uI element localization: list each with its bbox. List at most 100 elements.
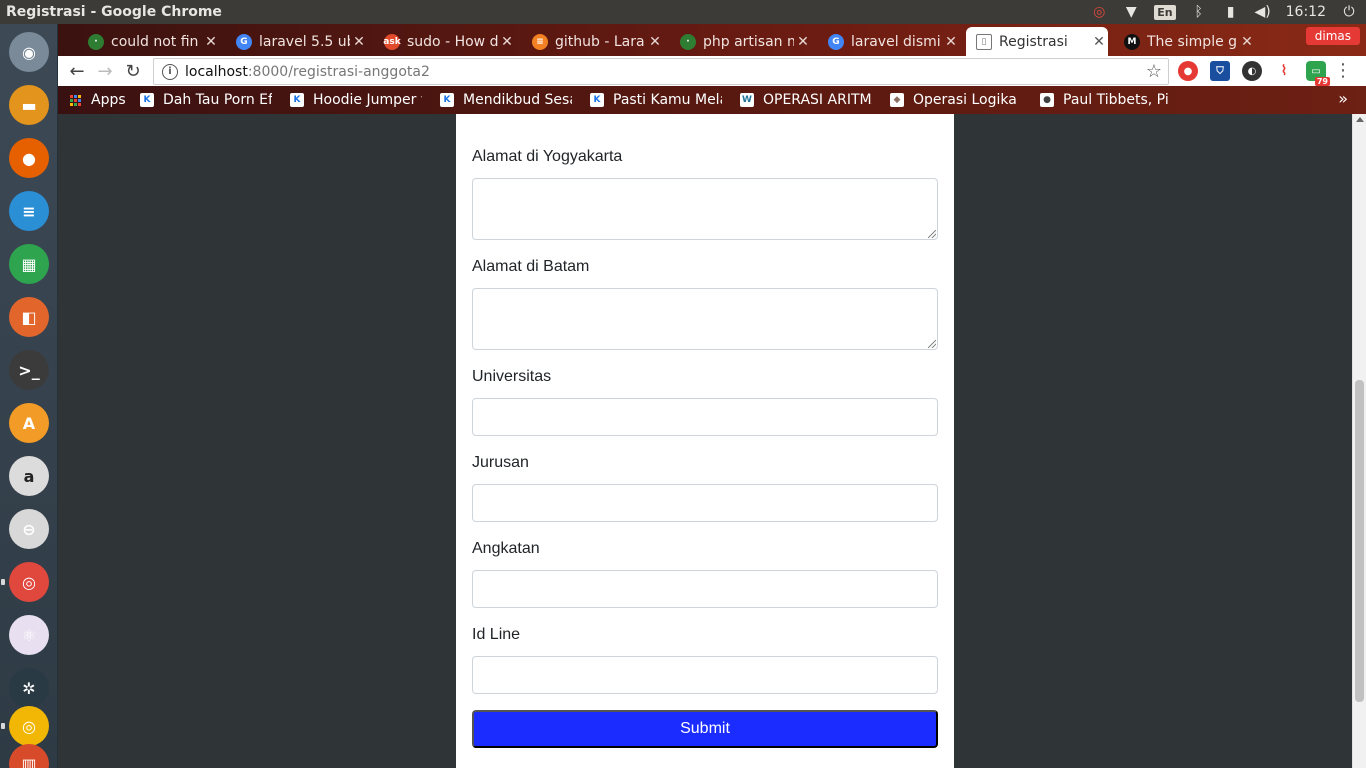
clipped-previous-field: [456, 114, 954, 118]
field-label: Angkatan: [472, 540, 540, 557]
bluetooth-icon[interactable]: ᛒ: [1190, 3, 1208, 21]
tab-favicon-icon: ≡: [532, 33, 548, 50]
more-bookmarks-icon[interactable]: »: [1338, 89, 1348, 108]
scroll-up-arrow-icon[interactable]: [1356, 117, 1364, 122]
chrome-alt-icon[interactable]: ◎: [1, 706, 49, 746]
running-indicator: [1, 723, 5, 729]
tab-favicon-icon: G: [236, 33, 252, 50]
bookmarks-bar: Apps » K Dah Tau Porn Efi K Hoodie Jumper v…: [58, 86, 1366, 114]
atom-icon[interactable]: ⚛: [9, 615, 49, 655]
tab[interactable]: Glaravel dismi ✕: [818, 27, 960, 56]
bookmark-item[interactable]: K Dah Tau Porn Efi: [140, 91, 272, 109]
text-input[interactable]: [472, 656, 938, 694]
tab[interactable]: · php artisan n ✕: [670, 27, 812, 56]
chrome-tray-icon[interactable]: ◎: [1090, 3, 1108, 21]
clock[interactable]: 16:12: [1286, 4, 1326, 20]
tab-close-icon[interactable]: ✕: [350, 34, 368, 50]
software-center-icon[interactable]: A: [9, 403, 49, 443]
page-scrollbar[interactable]: [1352, 114, 1366, 768]
tab-strip: dimas · could not fin ✕ Glaravel 5.5 ub ✕ ask…: [58, 24, 1366, 56]
tab-close-icon[interactable]: ✕: [1090, 34, 1108, 50]
tab-close-icon[interactable]: ✕: [498, 34, 516, 50]
tab[interactable]: · could not fin ✕: [78, 27, 220, 56]
scrollbar-thumb[interactable]: [1355, 380, 1364, 702]
launcher: ◉ ▬ ● ≡ ▦ ◧ >_ Aa ⊖ ◎ ⚛ ✲ ◎ ▥: [0, 24, 58, 768]
bookmark-label: Paul Tibbets, Pilo: [1063, 92, 1170, 108]
tab-close-icon[interactable]: ✕: [794, 34, 812, 50]
volume-icon[interactable]: ◀): [1254, 3, 1272, 21]
profile-button[interactable]: dimas: [1305, 27, 1360, 45]
firefox-icon[interactable]: ●: [9, 138, 49, 178]
bookmark-star-icon[interactable]: ☆: [1146, 61, 1162, 82]
bookmark-item[interactable]: K Mendikbud Sesa: [440, 91, 572, 109]
bookmark-item[interactable]: ● Paul Tibbets, Pilo: [1040, 91, 1170, 109]
bookmark-item[interactable]: K Hoodie Jumper v: [290, 91, 422, 109]
forward-icon[interactable]: →: [91, 57, 119, 85]
power-icon[interactable]: ⏻: [1340, 3, 1358, 21]
writer-icon[interactable]: ≡: [9, 191, 49, 231]
text-input[interactable]: [472, 484, 938, 522]
tab-label: php artisan n: [703, 33, 794, 50]
chat-extension-icon[interactable]: ▭ 79: [1306, 61, 1330, 86]
unity-tweak-icon[interactable]: ✲: [9, 668, 49, 708]
tab-label: The simple g: [1147, 33, 1238, 50]
browser-menu-icon[interactable]: ⋮: [1334, 60, 1352, 81]
tab-favicon-icon: ▯: [976, 33, 992, 50]
tab-favicon-icon: ·: [680, 33, 696, 50]
notification-count-badge: 79: [1314, 77, 1330, 86]
settings-toggle-icon[interactable]: ⊖: [9, 509, 49, 549]
tab[interactable]: Glaravel 5.5 ub ✕: [226, 27, 368, 56]
window-title: Registrasi - Google Chrome: [6, 4, 222, 20]
submit-button[interactable]: Submit: [472, 710, 938, 748]
tab[interactable]: M The simple g ✕: [1114, 27, 1256, 56]
amazon-icon[interactable]: a: [9, 456, 49, 496]
resize-grip-icon[interactable]: [928, 340, 936, 348]
address-bar[interactable]: i localhost:8000/registrasi-anggota2 ☆: [153, 58, 1169, 85]
reload-icon[interactable]: ↻: [119, 57, 147, 85]
top-panel: Registrasi - Google Chrome ◎ ▼ En ᛒ ▮ ◀)…: [0, 0, 1366, 24]
battery-icon[interactable]: ▮: [1222, 3, 1240, 21]
text-input[interactable]: [472, 570, 938, 608]
laravel-extension-icon[interactable]: ⌇: [1274, 61, 1294, 81]
adblock-extension-icon[interactable]: ●: [1178, 61, 1198, 81]
bookmark-item[interactable]: W OPERASI ARITMA: [740, 91, 872, 109]
field-label: Alamat di Yogyakarta: [472, 148, 623, 165]
impress-icon[interactable]: ◧: [9, 297, 49, 337]
field-label: Alamat di Batam: [472, 258, 590, 275]
bookmark-favicon-icon: ●: [1040, 93, 1054, 107]
tab[interactable]: ask sudo - How d ✕: [374, 27, 516, 56]
field-label: Universitas: [472, 368, 552, 385]
resize-grip-icon[interactable]: [928, 230, 936, 238]
page-viewport: Alamat di Yogyakarta Alamat di Batam Unive…: [58, 114, 1366, 768]
address-textarea[interactable]: [472, 178, 938, 240]
keyboard-layout-indicator[interactable]: En: [1154, 4, 1176, 20]
ubuntu-dash-icon[interactable]: ◉: [9, 32, 49, 72]
tab-label: laravel dismi: [851, 33, 941, 50]
back-icon[interactable]: ←: [63, 57, 91, 85]
tab-close-icon[interactable]: ✕: [942, 34, 960, 50]
calc-icon[interactable]: ▦: [9, 244, 49, 284]
tab-close-icon[interactable]: ✕: [1238, 34, 1256, 50]
bookmark-item[interactable]: ◆ Operasi Logika D: [890, 91, 1022, 109]
chrome-icon[interactable]: ◎: [1, 562, 49, 602]
url-path: :8000/registrasi-anggota2: [247, 63, 430, 80]
bookmark-apps[interactable]: Apps: [70, 91, 126, 109]
terminal-icon[interactable]: >_: [9, 350, 49, 390]
bookmark-item[interactable]: K Pasti Kamu Mela: [590, 91, 722, 109]
wifi-icon[interactable]: ▼: [1122, 3, 1140, 21]
tab-close-icon[interactable]: ✕: [646, 34, 664, 50]
tab-favicon-icon: ask: [383, 33, 401, 50]
files-icon[interactable]: ▬: [9, 85, 49, 125]
bookmark-label: Mendikbud Sesa: [463, 92, 572, 108]
site-info-icon[interactable]: i: [162, 63, 178, 80]
address-textarea[interactable]: [472, 288, 938, 350]
trash-icon[interactable]: ▥: [9, 744, 49, 768]
tab-active[interactable]: ▯ Registrasi ✕: [966, 27, 1108, 56]
shield-extension-icon[interactable]: ⛉: [1210, 61, 1230, 81]
bookmark-favicon-icon: W: [740, 93, 754, 107]
tab-close-icon[interactable]: ✕: [202, 34, 220, 50]
bookmark-favicon-icon: ◆: [890, 93, 904, 107]
tab[interactable]: ≡ github - Lara ✕: [522, 27, 664, 56]
ghost-extension-icon[interactable]: ◐: [1242, 61, 1262, 81]
text-input[interactable]: [472, 398, 938, 436]
